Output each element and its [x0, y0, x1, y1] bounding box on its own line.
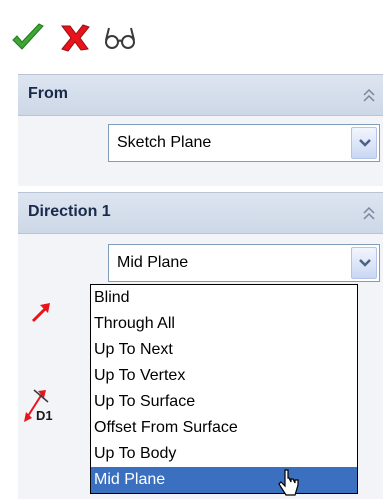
depth-dimension-icon: D1	[22, 388, 72, 428]
option-mid-plane[interactable]: Mid Plane	[91, 467, 357, 493]
collapse-chevron-icon[interactable]	[361, 205, 377, 223]
option-offset-from-surface[interactable]: Offset From Surface	[91, 415, 357, 441]
option-up-to-surface[interactable]: Up To Surface	[91, 389, 357, 415]
end-condition-value: Mid Plane	[117, 254, 189, 271]
reverse-direction-arrow-icon[interactable]	[30, 300, 54, 329]
option-blind[interactable]: Blind	[91, 285, 357, 311]
chevron-down-icon[interactable]	[351, 247, 377, 279]
from-combo-value: Sketch Plane	[117, 134, 212, 151]
depth-label: D1	[36, 408, 53, 423]
end-condition-combo[interactable]: Mid Plane	[108, 244, 380, 282]
collapse-chevron-icon[interactable]	[361, 87, 377, 105]
option-up-to-vertex[interactable]: Up To Vertex	[91, 363, 357, 389]
option-through-all[interactable]: Through All	[91, 311, 357, 337]
direction1-section-header[interactable]: Direction 1	[18, 192, 383, 234]
option-up-to-body[interactable]: Up To Body	[91, 441, 357, 467]
ok-check-icon[interactable]	[10, 22, 50, 54]
mouse-cursor-icon	[277, 468, 301, 503]
toolbar	[0, 0, 383, 72]
from-section-header[interactable]: From	[18, 74, 383, 116]
property-manager-panel: From Sketch Plane Direction 1 Mid Plane	[0, 0, 383, 499]
option-up-to-next[interactable]: Up To Next	[91, 337, 357, 363]
chevron-down-icon[interactable]	[351, 127, 377, 159]
detail-preview-glasses-icon[interactable]	[100, 22, 140, 54]
end-condition-dropdown-list: Blind Through All Up To Next Up To Verte…	[90, 284, 358, 494]
cancel-x-icon[interactable]	[56, 22, 96, 54]
direction1-section-title: Direction 1	[28, 203, 111, 220]
from-combo[interactable]: Sketch Plane	[108, 124, 380, 162]
from-section-body: Sketch Plane	[18, 116, 383, 186]
from-section-title: From	[28, 85, 68, 102]
